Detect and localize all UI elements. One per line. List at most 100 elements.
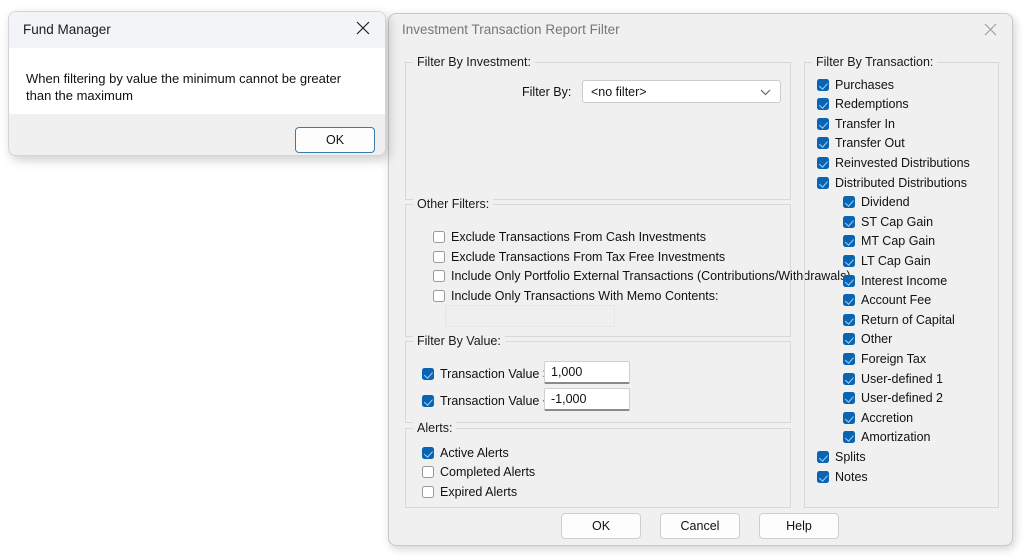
checkbox-lt-cap-gain[interactable]: LT Cap Gain [843,252,931,269]
checkbox-label: Interest Income [861,273,948,288]
checkbox-label: Active Alerts [440,445,509,460]
checkbox-account-fee[interactable]: Account Fee [843,292,931,309]
checkbox-expired-alerts[interactable]: Expired Alerts [422,483,517,500]
checkbox-label: Include Only Transactions With Memo Cont… [451,288,719,303]
dialog-titlebar: Investment Transaction Report Filter [389,14,1012,47]
checkbox-box [817,470,829,483]
checkbox-reinvested-distributions[interactable]: Reinvested Distributions [817,154,970,171]
checkbox-box [843,294,855,307]
checkbox-box [817,98,829,111]
checkbox-box [843,352,855,365]
checkbox-box [422,394,434,407]
checkbox-label: Include Only Portfolio External Transact… [451,268,851,283]
checkbox-box [422,465,434,478]
filter-by-select[interactable]: <no filter> [582,80,781,103]
checkbox-transaction-value-min[interactable]: Transaction Value >= [422,365,557,382]
checkbox-box [843,196,855,209]
checkbox-label: Transaction Value <= [440,393,558,408]
checkbox-label: LT Cap Gain [861,253,931,268]
checkbox-redemptions[interactable]: Redemptions [817,96,909,113]
alerts-legend: Alerts: [413,421,457,435]
checkbox-label: Purchases [835,77,895,92]
checkbox-box [817,78,829,91]
checkbox-include-memo-contents[interactable]: Include Only Transactions With Memo Cont… [433,287,718,304]
checkbox-box [433,289,445,302]
checkbox-label: Completed Alerts [440,464,536,479]
checkbox-box [817,156,829,169]
checkbox-box [843,372,855,385]
checkbox-box [843,431,855,444]
checkbox-return-of-capital[interactable]: Return of Capital [843,311,955,328]
checkbox-label: Exclude Transactions From Cash Investmen… [451,229,706,244]
checkbox-mt-cap-gain[interactable]: MT Cap Gain [843,233,935,250]
transaction-value-max-input[interactable]: -1,000 [544,388,630,411]
checkbox-splits[interactable]: Splits [817,448,866,465]
checkbox-box [422,446,434,459]
checkbox-foreign-tax[interactable]: Foreign Tax [843,350,926,367]
filter-by-investment-legend: Filter By Investment: [413,55,535,69]
checkbox-notes[interactable]: Notes [817,468,868,485]
checkbox-accretion[interactable]: Accretion [843,409,913,426]
checkbox-label: Other [861,332,893,347]
message-box-ok-button[interactable]: OK [295,127,375,153]
checkbox-dividend[interactable]: Dividend [843,194,910,211]
checkbox-distributed-distributions[interactable]: Distributed Distributions [817,174,967,191]
checkbox-label: Splits [835,449,866,464]
checkbox-user-defined-2[interactable]: User-defined 2 [843,390,943,407]
checkbox-box [422,367,434,380]
checkbox-st-cap-gain[interactable]: ST Cap Gain [843,213,933,230]
checkbox-label: MT Cap Gain [861,234,936,249]
checkbox-label: Reinvested Distributions [835,155,970,170]
checkbox-label: ST Cap Gain [861,214,934,229]
checkbox-label: Account Fee [861,293,932,308]
message-box-title: Fund Manager [23,22,111,37]
checkbox-transaction-value-max[interactable]: Transaction Value <= [422,392,557,409]
checkbox-label: Expired Alerts [440,484,518,499]
message-box-titlebar: Fund Manager [9,12,385,48]
checkbox-label: Distributed Distributions [835,175,967,190]
cancel-button[interactable]: Cancel [660,513,740,539]
close-icon[interactable] [968,14,1012,45]
checkbox-active-alerts[interactable]: Active Alerts [422,444,509,461]
close-icon[interactable] [341,12,385,43]
checkbox-label: Accretion [861,410,914,425]
checkbox-box [433,269,445,282]
help-button[interactable]: Help [759,513,839,539]
checkbox-label: User-defined 2 [861,391,943,406]
close-glyph [984,23,996,36]
checkbox-box [817,137,829,150]
checkbox-other[interactable]: Other [843,331,892,348]
checkbox-include-portfolio-external-transactions[interactable]: Include Only Portfolio External Transact… [433,267,850,284]
checkbox-box [843,411,855,424]
other-filters-group: Other Filters: Exclude Transactions From… [405,197,850,337]
checkbox-label: Dividend [861,195,910,210]
ok-button[interactable]: OK [561,513,641,539]
alerts-group: Alerts: Active Alerts Completed Alerts E… [405,421,791,508]
checkbox-transfer-out[interactable]: Transfer Out [817,135,905,152]
transaction-value-min-input[interactable]: 1,000 [544,361,630,384]
filter-by-investment-group: Filter By Investment: Filter By: <no fil… [405,55,791,200]
checkbox-label: Redemptions [835,97,909,112]
checkbox-transfer-in[interactable]: Transfer In [817,115,895,132]
checkbox-box [817,450,829,463]
checkbox-exclude-tax-free-investments[interactable]: Exclude Transactions From Tax Free Inves… [433,248,725,265]
other-filters-legend: Other Filters: [413,197,494,211]
checkbox-purchases[interactable]: Purchases [817,76,894,93]
filter-by-transaction-legend: Filter By Transaction: [812,55,938,69]
memo-contents-input[interactable] [445,305,615,327]
checkbox-exclude-cash-investments[interactable]: Exclude Transactions From Cash Investmen… [433,228,706,245]
chevron-down-icon [760,85,771,99]
checkbox-label: Transfer In [835,116,895,131]
checkbox-label: Return of Capital [861,312,955,327]
checkbox-amortization[interactable]: Amortization [843,429,930,446]
message-box-footer: OK [9,114,385,155]
checkbox-interest-income[interactable]: Interest Income [843,272,947,289]
checkbox-box [843,235,855,248]
filter-by-label: Filter By: [522,85,572,99]
checkbox-completed-alerts[interactable]: Completed Alerts [422,463,535,480]
checkbox-box [843,313,855,326]
investment-transaction-report-filter-dialog: Investment Transaction Report Filter Fil… [388,13,1013,546]
checkbox-label: Notes [835,469,868,484]
checkbox-box [817,176,829,189]
checkbox-user-defined-1[interactable]: User-defined 1 [843,370,943,387]
